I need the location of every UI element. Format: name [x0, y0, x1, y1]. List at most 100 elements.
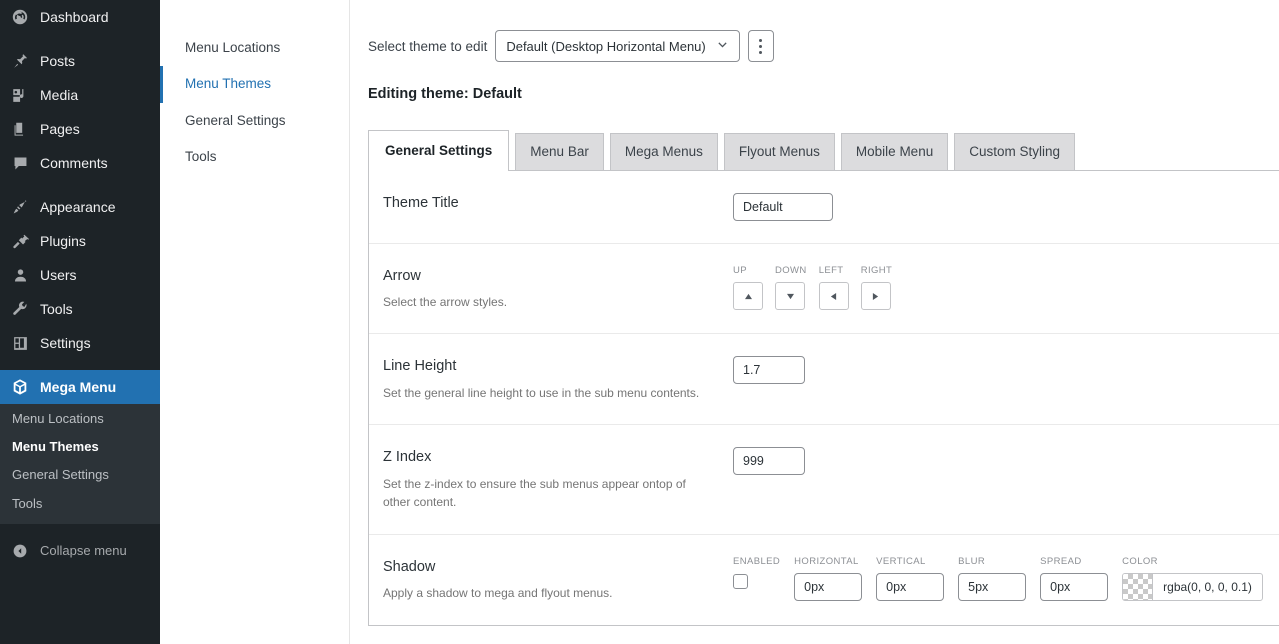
collapse-menu-label: Collapse menu	[40, 543, 127, 559]
subnav-item-menu-locations[interactable]: Menu Locations	[160, 30, 349, 66]
setting-info: Line Height Set the general line height …	[383, 356, 733, 402]
submenu-item-tools[interactable]: Tools	[0, 490, 160, 518]
shadow-horizontal-group: HORIZONTAL 0px	[794, 555, 863, 602]
shadow-blur-label: BLUR	[958, 555, 986, 567]
setting-description: Set the z-index to ensure the sub menus …	[383, 476, 686, 510]
shadow-horizontal-input[interactable]: 0px	[794, 573, 863, 602]
submenu-item-menu-themes[interactable]: Menu Themes	[0, 433, 160, 461]
sidebar-item-label: Media	[40, 87, 79, 103]
sidebar-item-posts[interactable]: Posts	[0, 44, 160, 78]
arrow-style-buttons: UP DOWN LEFT RIGHT	[733, 266, 892, 311]
setting-control: 999	[733, 447, 1279, 476]
shadow-color-value: rgba(0, 0, 0, 0.1)	[1163, 580, 1252, 595]
shadow-enabled-label: ENABLED	[733, 555, 781, 567]
mega-menu-submenu: Menu Locations Menu Themes General Setti…	[0, 404, 160, 524]
setting-label: Theme Title	[383, 194, 459, 211]
arrow-left-label: LEFT	[818, 264, 844, 276]
shadow-horizontal-label: HORIZONTAL	[794, 555, 859, 567]
media-icon	[9, 85, 31, 105]
arrow-up-button[interactable]	[733, 282, 763, 311]
arrow-left-group: LEFT	[818, 264, 849, 311]
subnav-item-tools[interactable]: Tools	[160, 139, 349, 175]
setting-label: Line Height	[383, 358, 457, 375]
sidebar-item-label: Dashboard	[40, 9, 109, 25]
setting-description: Select the arrow styles.	[383, 294, 508, 309]
shadow-color-group: COLOR rgba(0, 0, 0, 0.1)	[1122, 557, 1263, 602]
sidebar-item-label: Users	[40, 267, 77, 283]
settings-tabs: General Settings Menu Bar Mega Menus Fly…	[368, 130, 1279, 171]
tab-mobile-menu[interactable]: Mobile Menu	[840, 133, 949, 170]
setting-control: ENABLED HORIZONTAL 0px VERTICAL 0px BLUR…	[733, 557, 1279, 602]
shadow-color-picker[interactable]: rgba(0, 0, 0, 0.1)	[1122, 573, 1263, 602]
shadow-enabled-checkbox[interactable]	[733, 574, 748, 590]
submenu-item-menu-locations[interactable]: Menu Locations	[0, 405, 160, 433]
tab-general-settings[interactable]: General Settings	[368, 130, 510, 171]
setting-row-arrow: Arrow Select the arrow styles. UP DOWN L…	[369, 244, 1279, 335]
tab-mega-menus[interactable]: Mega Menus	[609, 133, 718, 170]
settings-icon	[9, 333, 31, 353]
user-icon	[9, 265, 31, 285]
sidebar-item-dashboard[interactable]: Dashboard	[0, 0, 160, 34]
wrench-icon	[9, 299, 31, 319]
sidebar-item-mega-menu[interactable]: Mega Menu	[0, 370, 160, 404]
triangle-down-icon	[786, 293, 795, 300]
sidebar-item-pages[interactable]: Pages	[0, 112, 160, 146]
kebab-dot	[759, 44, 763, 48]
chevron-down-icon	[716, 38, 729, 54]
setting-info: Arrow Select the arrow styles.	[383, 266, 733, 312]
shadow-spread-group: SPREAD 0px	[1040, 555, 1109, 602]
setting-control: UP DOWN LEFT RIGHT	[733, 266, 1279, 311]
subnav-item-menu-themes[interactable]: Menu Themes	[160, 66, 349, 103]
setting-control: Default	[733, 192, 1279, 221]
main-area: Menu Locations Menu Themes General Setti…	[160, 0, 1279, 644]
sidebar-item-label: Tools	[40, 301, 73, 317]
theme-actions-kebab-button[interactable]	[747, 30, 774, 62]
submenu-item-general-settings[interactable]: General Settings	[0, 461, 160, 489]
sidebar-item-label: Pages	[40, 121, 80, 137]
subnav-item-general-settings[interactable]: General Settings	[160, 103, 349, 139]
settings-subnav: Menu Locations Menu Themes General Setti…	[160, 0, 350, 644]
setting-description: Set the general line height to use in th…	[383, 385, 700, 400]
collapse-menu-button[interactable]: Collapse menu	[0, 534, 160, 568]
line-height-input[interactable]: 1.7	[733, 356, 805, 385]
arrow-up-group: UP	[733, 266, 763, 311]
shadow-spread-label: SPREAD	[1040, 555, 1082, 567]
shadow-vertical-group: VERTICAL 0px	[876, 557, 945, 602]
shadow-spread-input[interactable]: 0px	[1040, 573, 1109, 602]
sidebar-divider	[0, 360, 160, 370]
sidebar-item-media[interactable]: Media	[0, 78, 160, 112]
setting-control: 1.7	[733, 356, 1279, 385]
theme-select-label: Select theme to edit	[368, 38, 488, 54]
setting-info: Z Index Set the z-index to ensure the su…	[383, 447, 733, 511]
sidebar-item-settings[interactable]: Settings	[0, 326, 160, 360]
shadow-vertical-input[interactable]: 0px	[876, 573, 945, 602]
sidebar-item-tools[interactable]: Tools	[0, 292, 160, 326]
arrow-down-button[interactable]	[775, 282, 805, 311]
sidebar-item-users[interactable]: Users	[0, 258, 160, 292]
theme-title-input[interactable]: Default	[733, 192, 833, 221]
sidebar-divider	[0, 180, 160, 190]
sidebar-item-appearance[interactable]: Appearance	[0, 190, 160, 224]
comments-icon	[9, 153, 31, 173]
tab-flyout-menus[interactable]: Flyout Menus	[723, 133, 835, 170]
mega-menu-icon	[9, 377, 31, 397]
arrow-right-button[interactable]	[860, 282, 891, 311]
arrow-left-button[interactable]	[818, 282, 849, 311]
tab-menu-bar[interactable]: Menu Bar	[515, 133, 604, 170]
setting-info: Shadow Apply a shadow to mega and flyout…	[383, 557, 733, 603]
theme-select-dropdown[interactable]: Default (Desktop Horizontal Menu)	[495, 30, 740, 62]
general-settings-panel: Theme Title Default Arrow Select the arr…	[368, 169, 1279, 626]
shadow-blur-input[interactable]: 5px	[958, 573, 1027, 602]
content-panel: Select theme to edit Default (Desktop Ho…	[350, 0, 1279, 644]
sidebar-item-comments[interactable]: Comments	[0, 146, 160, 180]
pin-icon	[9, 51, 31, 71]
shadow-enabled-group: ENABLED	[733, 557, 780, 590]
sidebar-item-plugins[interactable]: Plugins	[0, 224, 160, 258]
setting-row-shadow: Shadow Apply a shadow to mega and flyout…	[369, 535, 1279, 625]
arrow-down-group: DOWN	[775, 266, 807, 311]
color-swatch	[1123, 574, 1154, 601]
theme-select-value: Default (Desktop Horizontal Menu)	[506, 38, 706, 54]
z-index-input[interactable]: 999	[733, 447, 805, 476]
admin-page: Dashboard Posts Media Pages Comments App…	[0, 0, 1279, 644]
tab-custom-styling[interactable]: Custom Styling	[954, 133, 1076, 170]
